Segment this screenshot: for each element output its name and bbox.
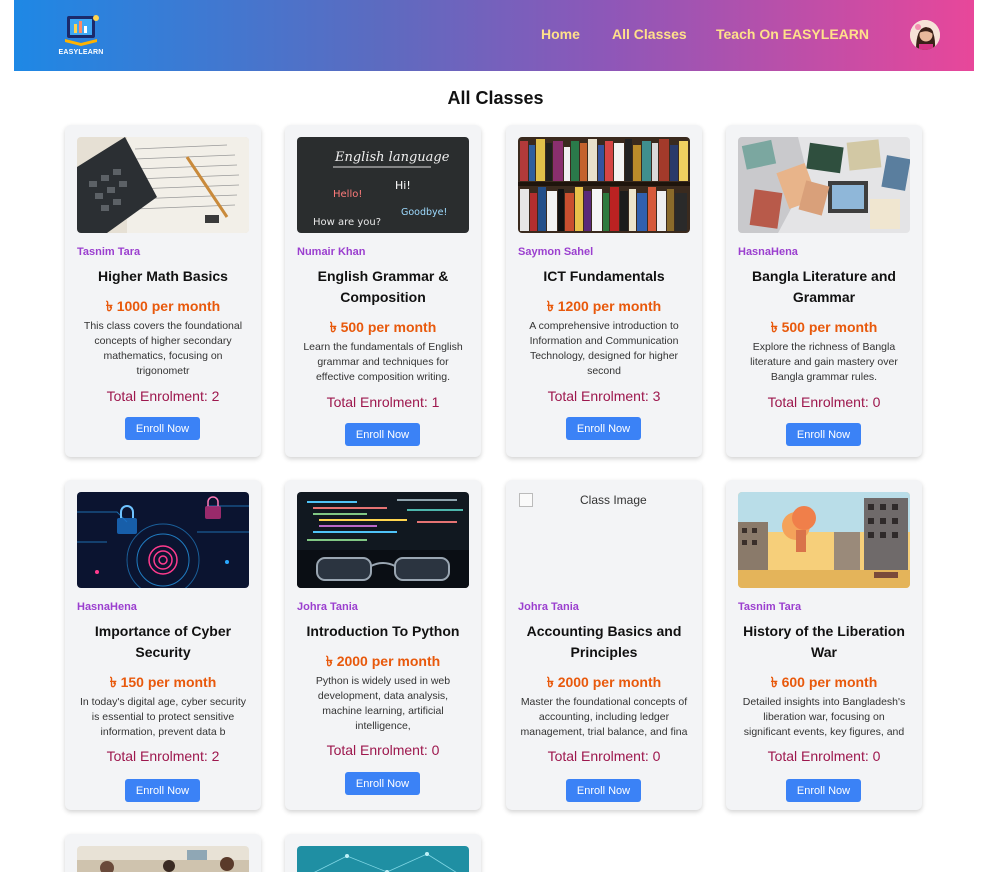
chalkboard-hi: Hi! (395, 179, 411, 192)
enroll-now-button[interactable]: Enroll Now (125, 417, 200, 440)
teacher-name: Johra Tania (297, 601, 358, 613)
class-card: Saymon Sahel ICT Fundamentals ৳ 1200 per… (506, 125, 702, 457)
chalkboard-image: English language Hi! Hello! How are you?… (297, 137, 469, 233)
class-card: HasnaHena Bangla Literature and Grammar … (726, 125, 922, 457)
war-city-image (738, 492, 910, 588)
class-card: HasnaHena Importance of Cyber Security ৳… (65, 480, 261, 810)
teacher-name: Johra Tania (518, 601, 579, 613)
enroll-now-button[interactable]: Enroll Now (566, 779, 641, 802)
class-description: In today's digital age, cyber security i… (79, 696, 246, 738)
total-enrolment: Total Enrolment: 0 (326, 742, 440, 758)
class-image (77, 492, 249, 588)
class-price: ৳ 2000 per month (325, 653, 441, 669)
total-enrolment: Total Enrolment: 3 (547, 388, 661, 404)
total-enrolment: Total Enrolment: 0 (767, 748, 881, 764)
enroll-now-button[interactable]: Enroll Now (786, 779, 861, 802)
image-alt-text: Class Image (580, 493, 647, 507)
calculator-notebook-image (77, 137, 249, 233)
class-description: Explore the richness of Bangla literatur… (750, 341, 898, 383)
classes-grid: Tasnim Tara Higher Math Basics ৳ 1000 pe… (0, 0, 991, 872)
class-price: ৳ 500 per month (770, 319, 878, 335)
class-description: A comprehensive introduction to Informat… (529, 320, 679, 377)
teacher-name: Saymon Sahel (518, 246, 594, 258)
network-pattern-image (297, 846, 469, 872)
total-enrolment: Total Enrolment: 1 (326, 394, 440, 410)
class-image (297, 492, 469, 588)
total-enrolment: Total Enrolment: 2 (106, 748, 220, 764)
class-description: This class covers the foundational conce… (83, 320, 243, 377)
class-price: ৳ 500 per month (329, 319, 437, 335)
class-card: Johra Tania Introduction To Python ৳ 200… (285, 480, 481, 810)
class-price: ৳ 1000 per month (105, 298, 221, 314)
chalkboard-goodbye: Goodbye! (401, 207, 447, 218)
reading-books-image (738, 137, 910, 233)
class-image (297, 846, 469, 872)
chalkboard-heading: English language (334, 150, 450, 165)
class-card (285, 834, 481, 872)
total-enrolment: Total Enrolment: 2 (106, 388, 220, 404)
class-title: Accounting Basics and Principles (526, 623, 682, 660)
class-card (65, 834, 261, 872)
class-card: English language Hi! Hello! How are you?… (285, 125, 481, 457)
bookshelf-image (518, 137, 690, 233)
enroll-now-button[interactable]: Enroll Now (345, 423, 420, 446)
classroom-image (77, 846, 249, 872)
class-description: Detailed insights into Bangladesh's libe… (742, 696, 906, 738)
teacher-name: Numair Khan (297, 246, 366, 258)
class-title: ICT Fundamentals (543, 268, 665, 284)
class-image: Class Image (518, 492, 690, 588)
class-image (738, 492, 910, 588)
enroll-now-button[interactable]: Enroll Now (566, 417, 641, 440)
class-price: ৳ 1200 per month (546, 298, 662, 314)
teacher-name: Tasnim Tara (738, 601, 802, 613)
class-title: Introduction To Python (306, 623, 460, 639)
class-title: History of the Liberation War (743, 623, 905, 660)
class-image: English language Hi! Hello! How are you?… (297, 137, 469, 233)
total-enrolment: Total Enrolment: 0 (547, 748, 661, 764)
class-price: ৳ 2000 per month (546, 674, 662, 690)
chalkboard-how-are-you: How are you? (313, 217, 381, 228)
class-card: Class Image Johra Tania Accounting Basic… (506, 480, 702, 810)
class-card: Tasnim Tara History of the Liberation Wa… (726, 480, 922, 810)
chalkboard-hello: Hello! (333, 189, 362, 200)
class-description: Python is widely used in web development… (315, 675, 451, 732)
class-price: ৳ 150 per month (109, 674, 217, 690)
class-image (738, 137, 910, 233)
teacher-name: HasnaHena (738, 246, 798, 258)
class-image (518, 137, 690, 233)
class-title: English Grammar & Composition (317, 268, 449, 305)
class-title: Importance of Cyber Security (94, 623, 232, 660)
class-description: Learn the fundamentals of English gramma… (303, 341, 463, 383)
class-title: Higher Math Basics (98, 268, 228, 284)
teacher-name: HasnaHena (77, 601, 137, 613)
class-description: Master the foundational concepts of acco… (520, 696, 688, 738)
class-price: ৳ 600 per month (770, 674, 878, 690)
enroll-now-button[interactable]: Enroll Now (125, 779, 200, 802)
class-image (77, 846, 249, 872)
enroll-now-button[interactable]: Enroll Now (786, 423, 861, 446)
class-image (77, 137, 249, 233)
total-enrolment: Total Enrolment: 0 (767, 394, 881, 410)
broken-image-icon (519, 493, 533, 507)
teacher-name: Tasnim Tara (77, 246, 141, 258)
enroll-now-button[interactable]: Enroll Now (345, 772, 420, 795)
class-card: Tasnim Tara Higher Math Basics ৳ 1000 pe… (65, 125, 261, 457)
cyber-lock-image (77, 492, 249, 588)
class-title: Bangla Literature and Grammar (752, 268, 896, 305)
code-monitor-image (297, 492, 469, 588)
